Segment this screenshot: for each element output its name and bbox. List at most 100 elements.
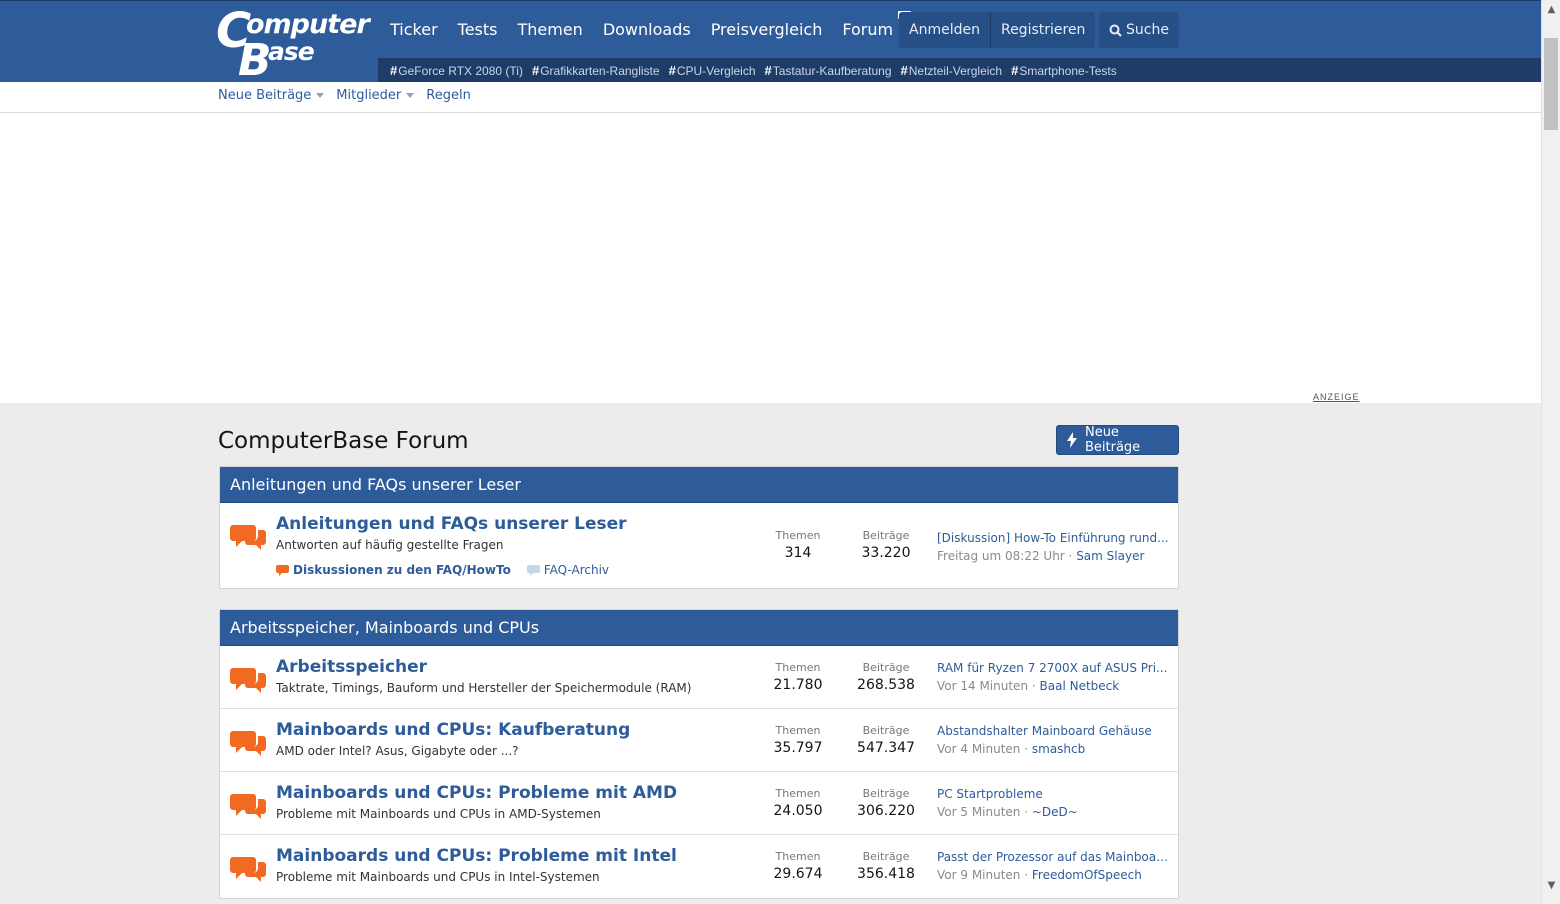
last-post-title[interactable]: PC Startprobleme [937,787,1169,801]
search-button[interactable]: Suche [1099,12,1179,48]
tag-link[interactable]: #CPU-Vergleich [669,63,756,78]
last-post: PC Startprobleme Vor 5 Minuten · ~DeD~ [937,787,1169,819]
last-post-meta: Vor 4 Minuten · smashcb [937,742,1086,756]
subnav-members-label: Mitglieder [336,88,402,103]
subnav-rules[interactable]: Regeln [426,88,471,103]
logo-letter-b: B [238,35,272,86]
tag-link[interactable]: #Grafikkarten-Rangliste [532,63,660,78]
category-title[interactable]: Arbeitsspeicher, Mainboards und CPUs [220,610,1178,646]
account-buttons: Anmelden Registrieren [899,12,1096,48]
tag-label: GeForce RTX 2080 (Ti) [398,63,523,78]
register-button[interactable]: Registrieren [991,12,1095,48]
posts-label: Beiträge [862,850,910,863]
forum-node-description: Antworten auf häufig gestellte Fragen [276,538,504,552]
posts-count: 33.220 [861,545,911,561]
threads-count: 24.050 [773,803,823,819]
new-posts-label: Neue Beiträge [1084,425,1141,455]
subforum-link[interactable]: Diskussionen zu den FAQ/HowTo [276,563,511,577]
nav-downloads[interactable]: Downloads [593,12,701,48]
posts-stat: Beiträge 356.418 [851,850,921,882]
forum-node-title[interactable]: Mainboards und CPUs: Kaufberatung [276,720,630,740]
posts-label: Beiträge [862,529,910,542]
last-post-time[interactable]: Vor 14 Minuten [937,679,1028,693]
threads-label: Themen [775,529,821,542]
new-posts-button[interactable]: Neue Beiträge [1056,425,1179,455]
subnav-new-posts[interactable]: Neue Beiträge [218,88,325,103]
scroll-thumb[interactable] [1544,38,1558,130]
threads-stat: Themen 35.797 [763,724,833,756]
last-post-time[interactable]: Vor 9 Minuten [937,868,1020,882]
last-post-meta: Vor 9 Minuten · FreedomOfSpeech [937,868,1142,882]
forum-node-description: AMD oder Intel? Asus, Gigabyte oder ...? [276,744,519,758]
threads-stat: Themen 21.780 [763,661,833,693]
nav-themen[interactable]: Themen [507,12,592,48]
last-post-user[interactable]: smashcb [1032,742,1085,756]
scroll-down-icon[interactable]: ▼ [1546,880,1557,891]
subforum-label: Diskussionen zu den FAQ/HowTo [293,563,511,577]
subnav-new-posts-label: Neue Beiträge [218,88,312,103]
nav-forum[interactable]: Forum [832,11,917,48]
last-post-time[interactable]: Freitag um 08:22 Uhr [937,549,1065,563]
subnav-members[interactable]: Mitglieder [336,88,415,103]
posts-stat: Beiträge 268.538 [851,661,921,693]
last-post-title[interactable]: RAM für Ryzen 7 2700X auf ASUS Pri... [937,661,1169,675]
threads-count: 21.780 [773,677,823,693]
last-post-user[interactable]: Baal Netbeck [1040,679,1120,693]
nav-forum-label: Forum [842,20,894,39]
ad-label[interactable]: ANZEIGE [1313,392,1360,402]
tag-link[interactable]: #GeForce RTX 2080 (Ti) [390,63,523,78]
last-post-title[interactable]: [Diskussion] How-To Einführung rund... [937,531,1169,545]
subforum-link[interactable]: FAQ-Archiv [526,563,609,577]
last-post-time[interactable]: Vor 5 Minuten [937,805,1020,819]
threads-label: Themen [775,850,821,863]
last-post-time[interactable]: Vor 4 Minuten [937,742,1020,756]
last-post-user[interactable]: FreedomOfSpeech [1032,868,1142,882]
last-post-title[interactable]: Abstandshalter Mainboard Gehäuse [937,724,1169,738]
vertical-scrollbar[interactable]: ▲ ▼ [1541,0,1560,904]
last-post: [Diskussion] How-To Einführung rund... F… [937,531,1169,563]
tag-label: Smartphone-Tests [1019,63,1117,78]
tag-link[interactable]: #Netzteil-Vergleich [901,63,1003,78]
posts-count: 306.220 [857,803,915,819]
posts-count: 268.538 [857,677,915,693]
ad-space [0,113,1541,403]
hash-icon: # [531,62,540,78]
chat-bubble-icon [276,564,289,576]
forum-node: Mainboards und CPUs: Probleme mit Intel … [220,835,1178,898]
last-post-user[interactable]: ~DeD~ [1032,805,1078,819]
threads-label: Themen [775,724,821,737]
tag-link[interactable]: #Smartphone-Tests [1011,63,1117,78]
hash-icon: # [390,62,398,78]
forum-node-title[interactable]: Anleitungen und FAQs unserer Leser [276,514,627,534]
site-logo[interactable]: C omputer B ase [216,3,371,86]
last-post-title[interactable]: Passt der Prozessor auf das Mainboard? [937,850,1169,864]
posts-stat: Beiträge 33.220 [851,529,921,561]
nav-tests[interactable]: Tests [448,12,508,48]
login-button[interactable]: Anmelden [899,12,991,48]
posts-stat: Beiträge 547.347 [851,724,921,756]
last-post: Passt der Prozessor auf das Mainboard? V… [937,850,1169,882]
posts-label: Beiträge [862,724,910,737]
chat-bubbles-icon [230,857,266,882]
forum-node-title[interactable]: Mainboards und CPUs: Probleme mit AMD [276,783,677,803]
hash-icon: # [900,62,908,78]
nav-ticker[interactable]: Ticker [380,12,448,48]
nav-preisvergleich[interactable]: Preisvergleich [701,12,833,48]
forum-node: Mainboards und CPUs: Kaufberatung AMD od… [220,709,1178,772]
tag-label: Netzteil-Vergleich [908,63,1003,78]
tag-label: Tastatur-Kaufberatung [772,63,892,78]
forum-node-title[interactable]: Mainboards und CPUs: Probleme mit Intel [276,846,677,866]
last-post-user[interactable]: Sam Slayer [1076,549,1144,563]
last-post-meta: Vor 5 Minuten · ~DeD~ [937,805,1078,819]
subforum-list: Diskussionen zu den FAQ/HowTo FAQ-Archiv [276,563,609,577]
last-post-meta: Freitag um 08:22 Uhr · Sam Slayer [937,549,1145,563]
forum-node-description: Taktrate, Timings, Bauform und Herstelle… [276,681,692,695]
forum-node-title[interactable]: Arbeitsspeicher [276,657,427,677]
caret-down-icon [406,93,415,98]
posts-count: 547.347 [857,740,915,756]
scroll-up-icon[interactable]: ▲ [1546,4,1557,15]
tag-link[interactable]: #Tastatur-Kaufberatung [765,63,892,78]
chat-bubble-read-icon [526,564,540,576]
chat-bubbles-icon [230,794,266,819]
category-title[interactable]: Anleitungen und FAQs unserer Leser [220,467,1178,503]
